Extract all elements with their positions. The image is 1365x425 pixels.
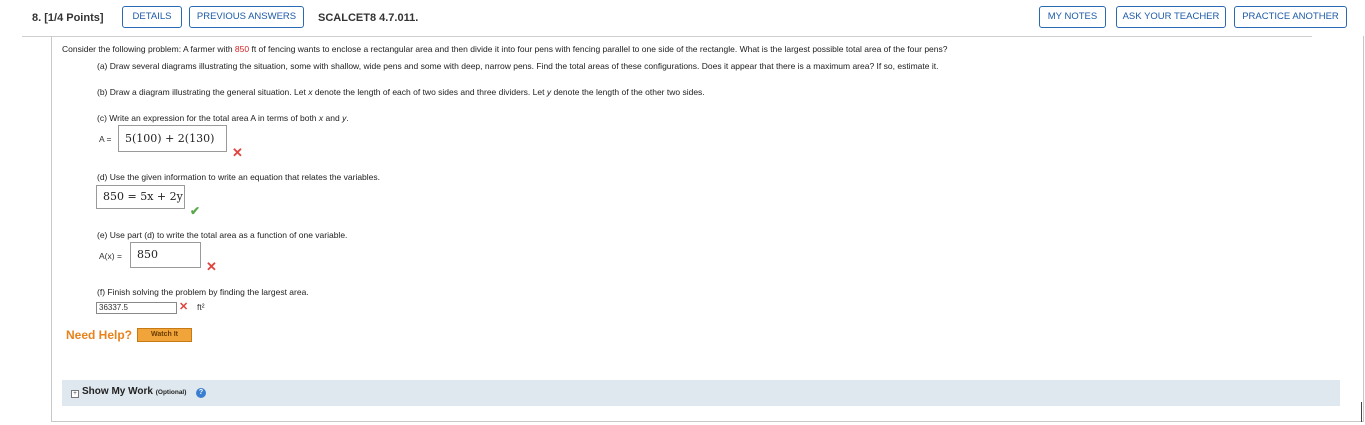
practice-another-button[interactable]: PRACTICE ANOTHER — [1234, 6, 1347, 28]
intro-text-end: ft of fencing wants to enclose a rectang… — [249, 44, 948, 54]
part-d-answer-field[interactable]: 850 = 5x + 2y — [96, 185, 185, 209]
part-f-unit: ft² — [197, 302, 205, 312]
part-c-answer-field[interactable]: 5(100) + 2(130) — [118, 125, 227, 152]
part-c-text: (c) Write an expression for the total ar… — [97, 113, 349, 123]
part-f-incorrect-icon: ✕ — [179, 301, 189, 313]
part-a-text: (a) Draw several diagrams illustrating t… — [97, 61, 939, 71]
part-d-text: (d) Use the given information to write a… — [97, 172, 381, 182]
part-c-label: A = — [99, 134, 112, 144]
show-my-work-panel[interactable]: + Show My Work (Optional) ? — [62, 380, 1340, 406]
my-notes-button[interactable]: MY NOTES — [1039, 6, 1106, 28]
need-help-label: Need Help? — [66, 328, 133, 342]
expand-icon[interactable]: + — [71, 390, 79, 398]
part-f-answer-field[interactable]: 36337.5 — [96, 302, 177, 314]
show-my-work-title[interactable]: Show My Work (Optional) — [82, 386, 186, 397]
question-points-label: 8. [1/4 Points] — [32, 12, 104, 24]
intro-text: Consider the following problem: A farmer… — [62, 44, 235, 54]
part-d-correct-icon: ✔ — [190, 204, 201, 218]
fence-length-value: 850 — [234, 44, 250, 54]
help-icon[interactable]: ? — [196, 388, 206, 398]
watch-it-button[interactable]: Watch It — [137, 328, 192, 342]
problem-code: SCALCET8 4.7.011. — [318, 12, 419, 24]
question-header: 8. [1/4 Points] DETAILS PREVIOUS ANSWERS… — [0, 0, 1365, 36]
part-e-label: A(x) = — [99, 251, 122, 261]
details-button[interactable]: DETAILS — [122, 6, 182, 28]
part-e-incorrect-icon: ✕ — [206, 259, 217, 274]
part-b-text: (b) Draw a diagram illustrating the gene… — [97, 87, 705, 97]
problem-statement: Consider the following problem: A farmer… — [62, 44, 947, 54]
part-e-answer-field[interactable]: 850 — [130, 242, 201, 268]
part-e-text: (e) Use part (d) to write the total area… — [97, 230, 348, 240]
optional-label: (Optional) — [155, 389, 187, 396]
ask-teacher-button[interactable]: ASK YOUR TEACHER — [1116, 6, 1226, 28]
part-f-text: (f) Finish solving the problem by findin… — [97, 287, 309, 297]
part-c-incorrect-icon: ✕ — [232, 145, 243, 160]
text-cursor — [1361, 402, 1362, 422]
previous-answers-button[interactable]: PREVIOUS ANSWERS — [189, 6, 304, 28]
